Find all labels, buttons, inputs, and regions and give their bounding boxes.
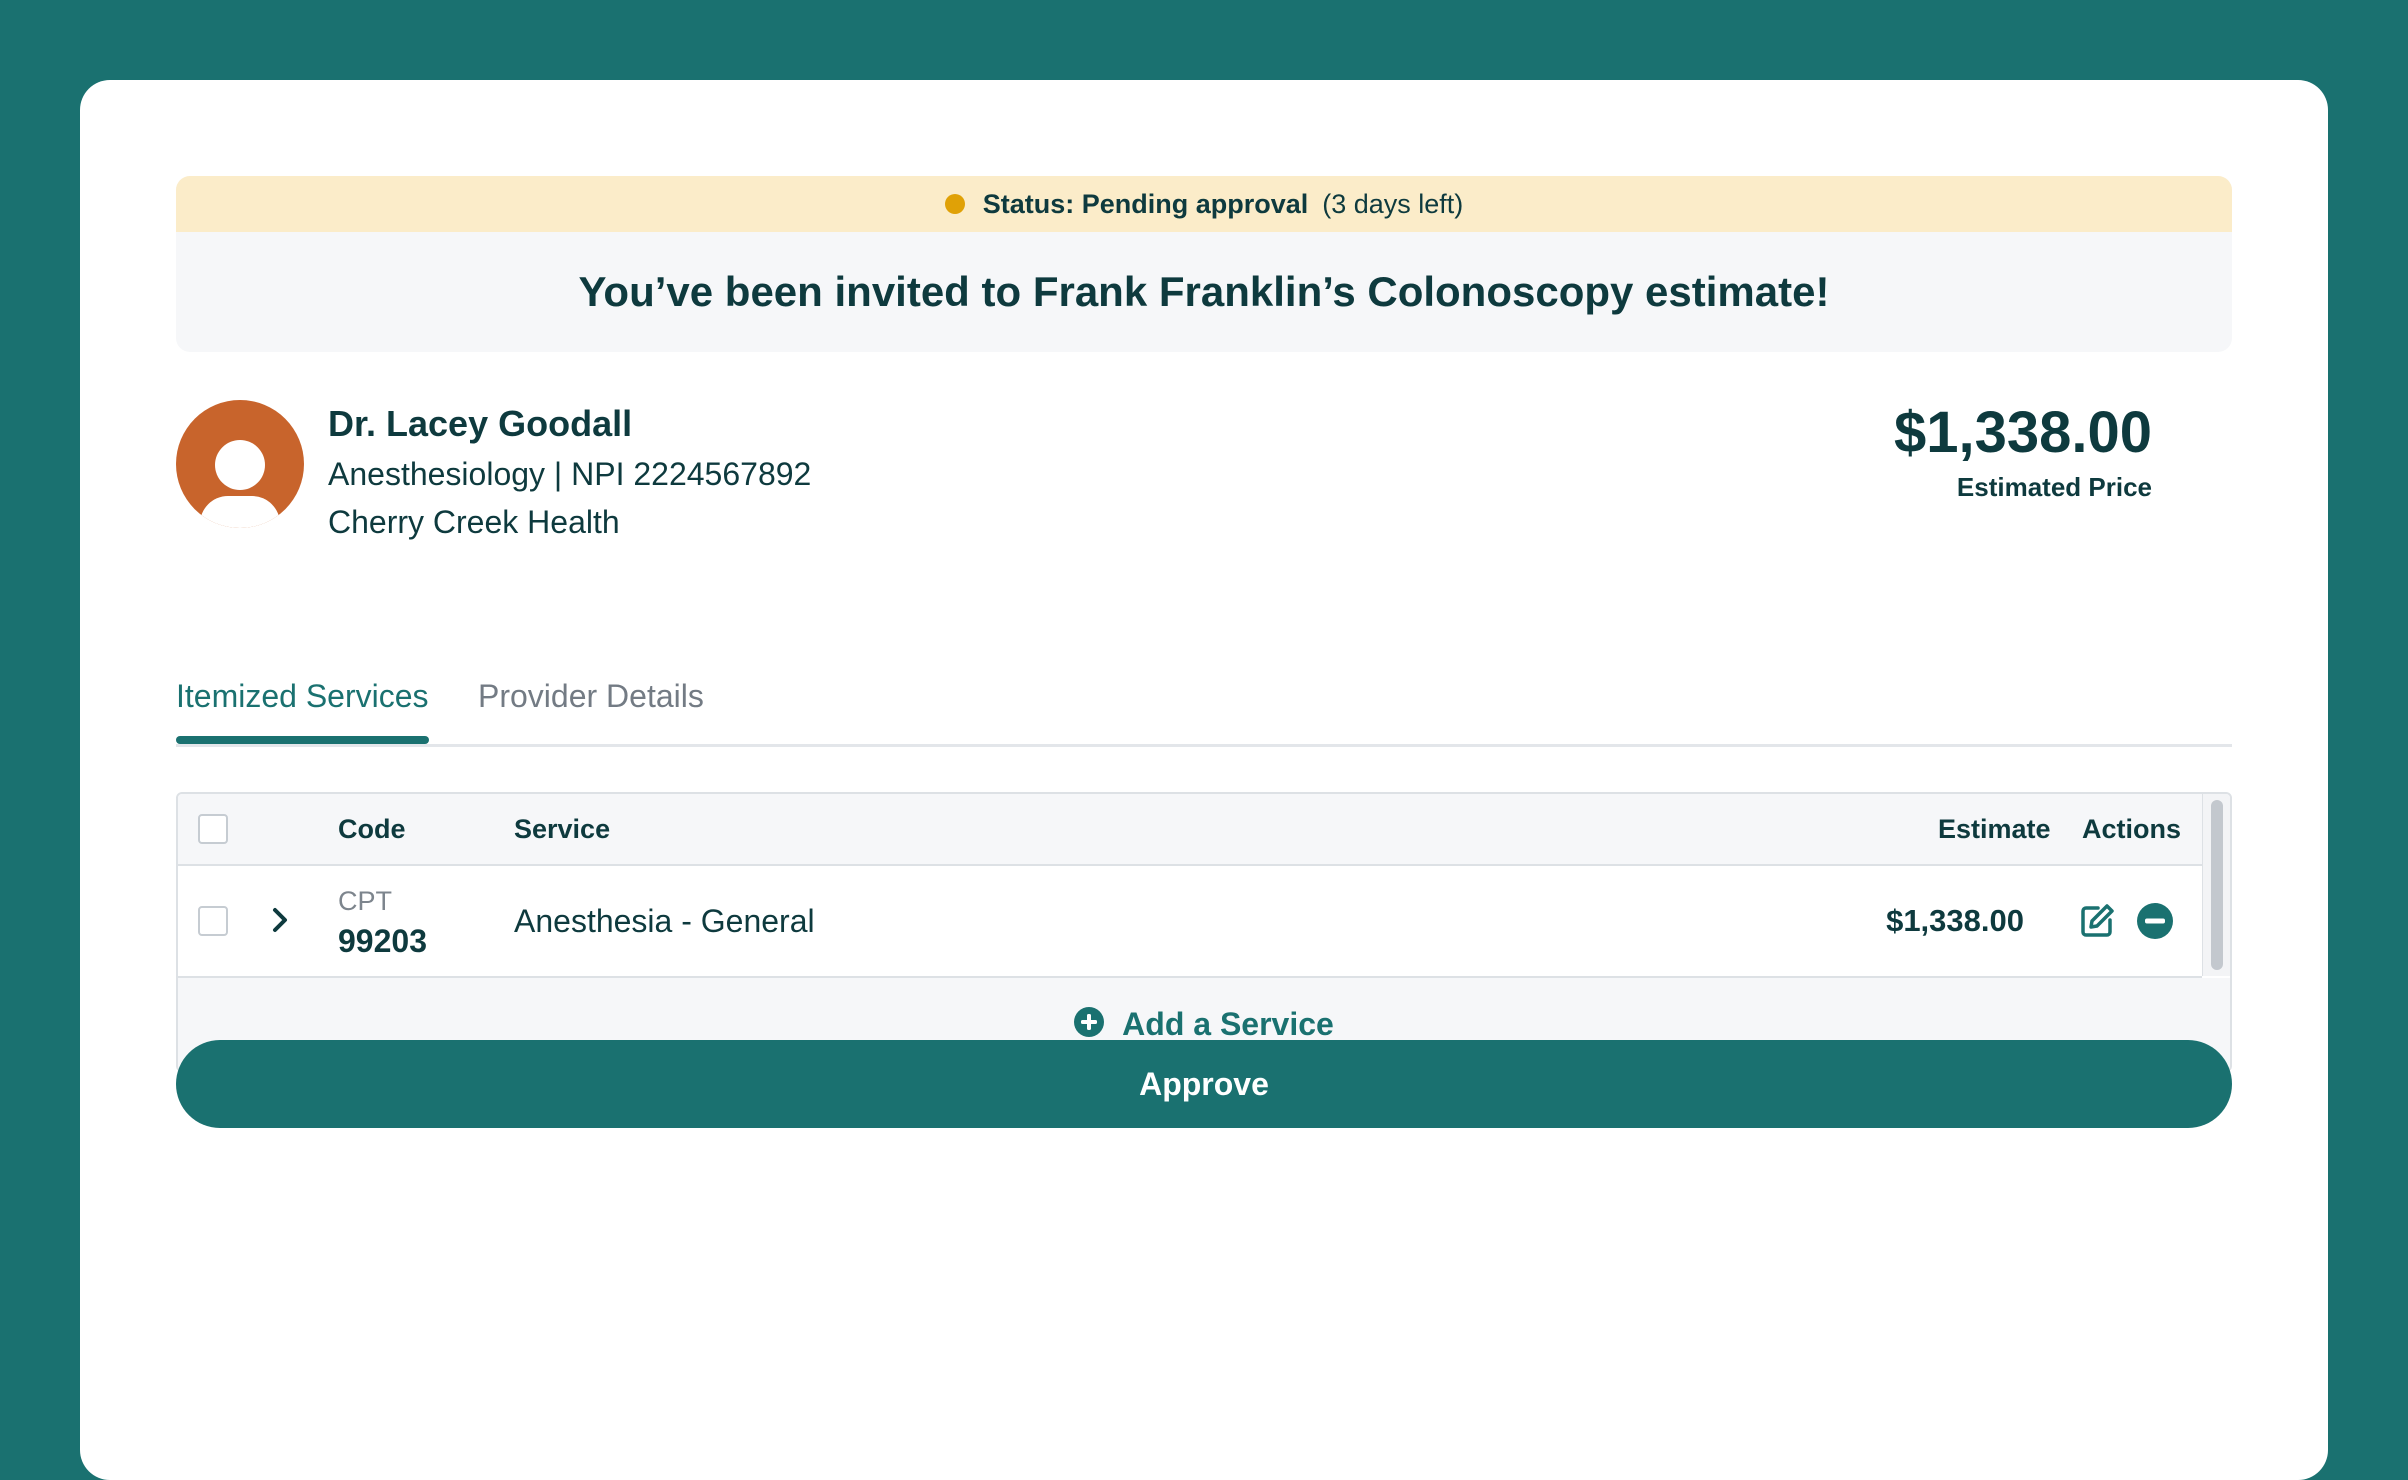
edit-icon[interactable] (2078, 902, 2116, 945)
column-header-code: Code (338, 814, 406, 844)
active-tab-indicator (176, 736, 429, 744)
minus-circle-icon[interactable] (2136, 902, 2174, 945)
plus-circle-icon (1074, 1006, 1105, 1042)
provider-name: Dr. Lacey Goodall (328, 403, 633, 444)
table-row: CPT 99203 Anesthesia - General $1,338.00 (178, 866, 2202, 978)
services-table: Code Service Estimate Actions CPT 99203 … (176, 792, 2232, 1072)
provider-info: Dr. Lacey Goodall Anesthesiology | NPI 2… (328, 398, 811, 546)
status-label: Status: Pending approval (982, 188, 1309, 219)
row-estimate: $1,338.00 (1886, 903, 2024, 938)
status-strip: Status: Pending approval (3 days left) (176, 176, 2232, 232)
estimated-price-block: $1,338.00 Estimated Price (1894, 398, 2152, 506)
scrollbar-thumb[interactable] (2211, 800, 2223, 970)
estimated-price-label: Estimated Price (1956, 472, 2152, 502)
table-scrollbar[interactable] (2202, 794, 2230, 976)
chevron-right-icon[interactable] (270, 906, 290, 939)
provider-avatar-icon (176, 400, 304, 528)
provider-specialty-npi: Anesthesiology | NPI 2224567892 (328, 456, 812, 492)
select-all-checkbox[interactable] (198, 814, 228, 844)
column-header-service: Service (514, 814, 611, 844)
code-type: CPT (338, 886, 392, 916)
estimated-price-amount: $1,338.00 (1893, 400, 2152, 465)
tab-provider-details[interactable]: Provider Details (478, 674, 704, 718)
estimate-card: Status: Pending approval (3 days left) Y… (80, 80, 2328, 1480)
status-days-left: (3 days left) (1322, 188, 1464, 219)
add-service-label: Add a Service (1122, 1005, 1334, 1042)
status-dot-icon (944, 194, 965, 214)
table-header: Code Service Estimate Actions (178, 794, 2202, 866)
service-name: Anesthesia - General (514, 903, 815, 939)
column-header-estimate: Estimate (1938, 814, 2051, 844)
tab-itemized-services[interactable]: Itemized Services (176, 674, 429, 718)
row-checkbox[interactable] (198, 906, 228, 936)
column-header-actions: Actions (2082, 814, 2182, 844)
provider-organization: Cherry Creek Health (328, 504, 620, 540)
code-number: 99203 (338, 923, 427, 959)
invite-banner: Status: Pending approval (3 days left) Y… (176, 176, 2232, 352)
tab-bar: Itemized Services Provider Details (176, 652, 2232, 747)
invite-title: You’ve been invited to Frank Franklin’s … (578, 268, 1830, 315)
approve-button[interactable]: Approve (176, 1040, 2232, 1128)
